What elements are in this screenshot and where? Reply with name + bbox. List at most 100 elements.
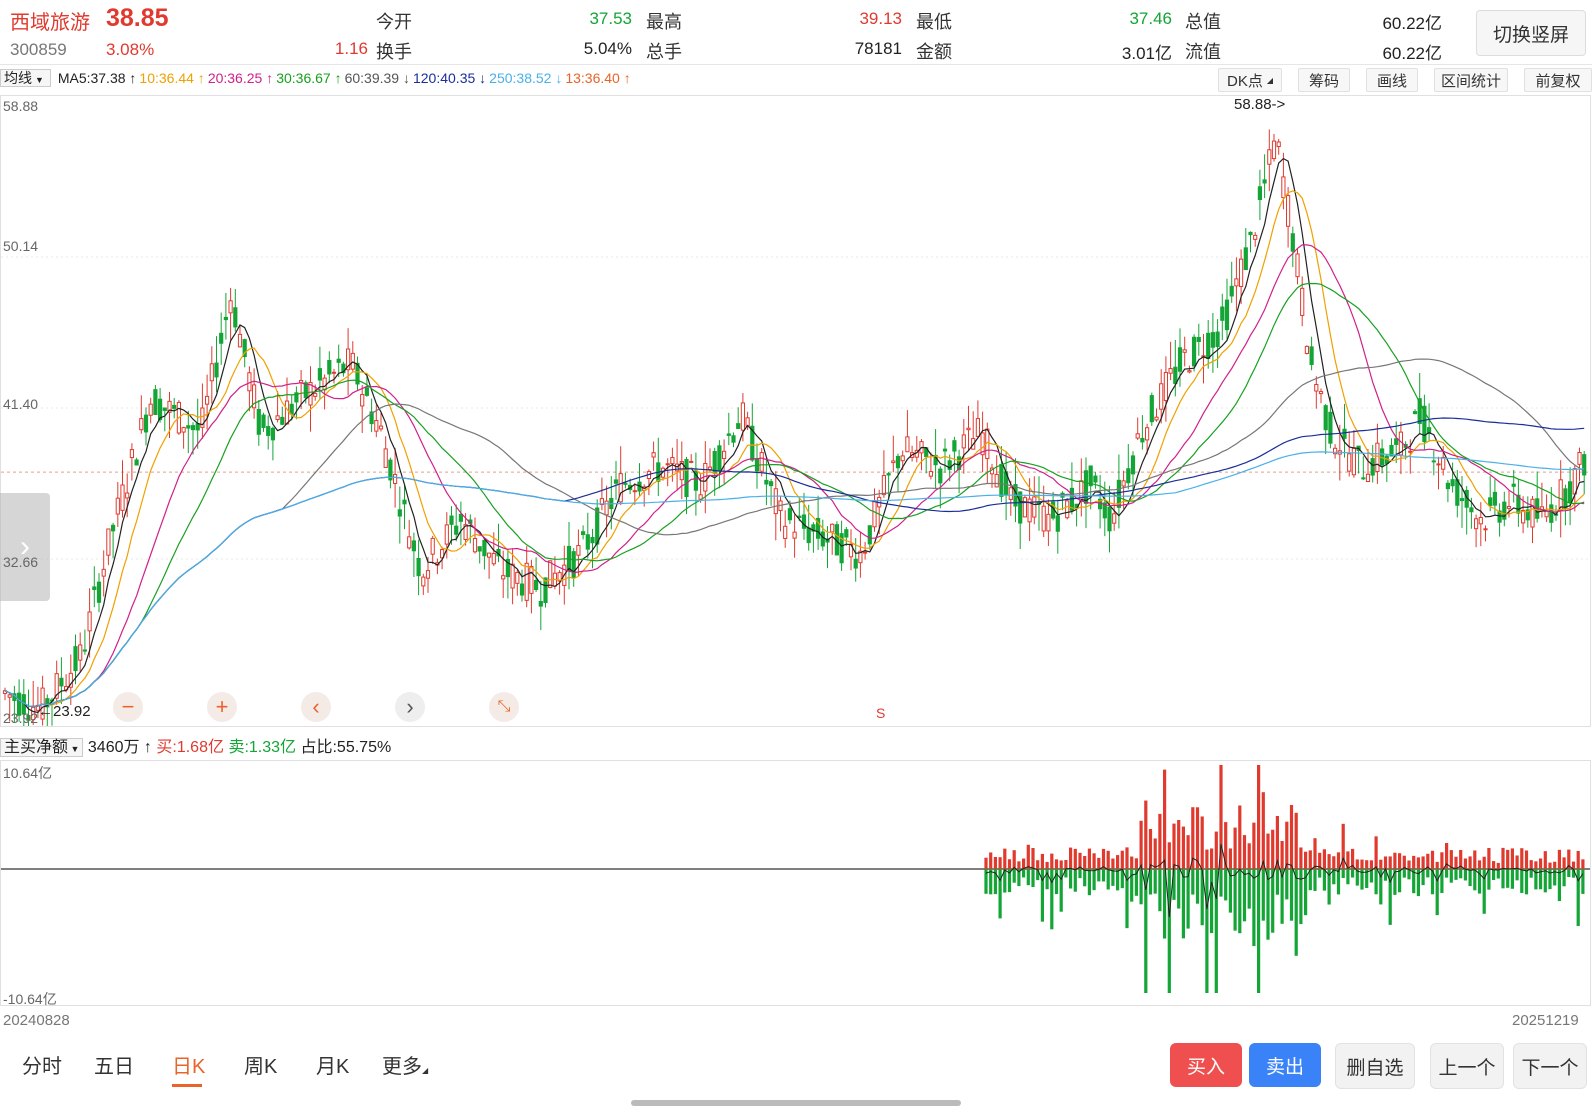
ma-line [4,451,1585,707]
forward-adjust-button[interactable]: 前复权 [1524,68,1592,92]
candle-body [1314,383,1319,392]
buy-bar [1247,843,1251,869]
candle-body [1328,411,1333,444]
scroll-left-button[interactable]: ‹ [301,692,331,722]
buy-bar [1501,847,1505,869]
buy-bar [1383,856,1388,869]
candle-body [1243,247,1248,271]
buy-button[interactable]: 买入 [1170,1043,1242,1087]
candle-body [313,392,318,397]
buy-bar [1374,836,1378,869]
candle-body [1083,470,1089,504]
candle-body [449,515,454,525]
candle-body [938,468,943,484]
candle-body [769,481,774,487]
tab-monthly-k[interactable]: 月K [316,1050,349,1079]
buy-bar [1177,819,1181,869]
caret-down-icon: ▼ [35,75,44,85]
draw-line-button[interactable]: 画线 [1366,68,1418,92]
candle-body [393,473,398,484]
switch-portrait-button[interactable]: 切换竖屏 [1476,10,1586,56]
candle-body [830,523,835,533]
sell-bar [1557,869,1561,902]
ma-selector[interactable]: 均线 ▼ [0,69,51,87]
buy-bar [1539,858,1543,869]
sell-button[interactable]: 卖出 [1249,1043,1321,1087]
dk-point-button[interactable]: DK点 ◢ [1218,68,1282,92]
tab-more[interactable]: 更多◢ [382,1050,428,1079]
sell-bar [1054,869,1059,895]
previous-stock-button[interactable]: 上一个 [1430,1043,1504,1089]
tab-daily-k[interactable]: 日K [172,1050,205,1079]
sell-bar [1346,869,1350,885]
buy-bar [1059,860,1063,869]
buy-bar [1529,860,1533,869]
candle-body [421,576,426,587]
candle-body [129,449,135,459]
buy-bar [1073,848,1077,869]
candle-body [1055,515,1060,532]
tab-five-day[interactable]: 五日 [94,1050,134,1079]
tab-weekly-k[interactable]: 周K [244,1050,277,1079]
candle-body [364,387,369,396]
candle-body [482,539,487,557]
candle-body [863,551,868,554]
sell-bar [1087,869,1091,896]
chips-button[interactable]: 筹码 [1298,68,1350,92]
sell-bar [1581,869,1585,894]
change-percent: 3.08% [106,40,155,59]
candle-body [1253,234,1258,240]
ma-value: 60:39.39 ↓ [344,70,410,86]
candle-body [106,528,111,556]
candle-body [280,416,285,425]
buy-bar [1167,842,1171,869]
amount-value: 3.01亿 [1121,44,1172,63]
sell-bar [1374,869,1378,895]
sell-bar [1059,869,1063,912]
buy-bar [1045,861,1049,869]
sell-bar [1341,869,1345,879]
candle-body [1177,347,1183,372]
scroll-right-button[interactable]: › [395,692,425,722]
sell-bar [1210,869,1214,934]
zoom-out-button[interactable]: − [113,692,143,722]
candle-body [1112,513,1117,524]
candle-body [1483,528,1488,531]
range-stats-button[interactable]: 区间统计 [1434,68,1508,92]
buy-bar [1487,847,1491,869]
remove-watchlist-button[interactable]: 删自选 [1335,1043,1415,1089]
sell-bar [1073,869,1077,892]
turnover-value: 5.04% [583,39,632,58]
candle-body [1450,479,1455,487]
buy-bar [1007,859,1012,869]
collapse-button[interactable]: ⤡ [489,692,519,722]
buy-bar [1412,855,1416,869]
kline-chart[interactable] [0,95,1591,727]
price-axis-label: 50.14 [3,238,39,254]
min-price-marker: ←23.92 [38,703,91,720]
candle-body [228,300,233,314]
candle-body [1267,149,1272,165]
buy-bar [1238,805,1242,869]
buy-bar [1534,861,1538,869]
candle-body [764,479,769,485]
chevron-right-icon[interactable]: › [0,493,50,601]
candle-body [731,435,736,443]
sell-bar [1501,869,1505,889]
candle-body [1271,140,1277,160]
indicator-chart[interactable] [0,760,1591,1006]
indicator-selector[interactable]: 主买净额 ▼ [0,738,84,757]
next-stock-button[interactable]: 下一个 [1513,1043,1587,1089]
buy-bar [1064,860,1068,869]
candle-body [143,414,149,433]
sell-bar [1092,869,1096,891]
candle-body [1295,253,1300,278]
candle-body [1088,465,1093,487]
change-amount: 1.16 [334,39,368,58]
candle-body [1093,475,1098,483]
zoom-in-button[interactable]: + [207,692,237,722]
float-cap-value: 60.22亿 [1382,44,1442,63]
sell-bar [1510,869,1514,889]
tab-intraday[interactable]: 分时 [22,1050,62,1079]
candle-body [477,546,482,552]
